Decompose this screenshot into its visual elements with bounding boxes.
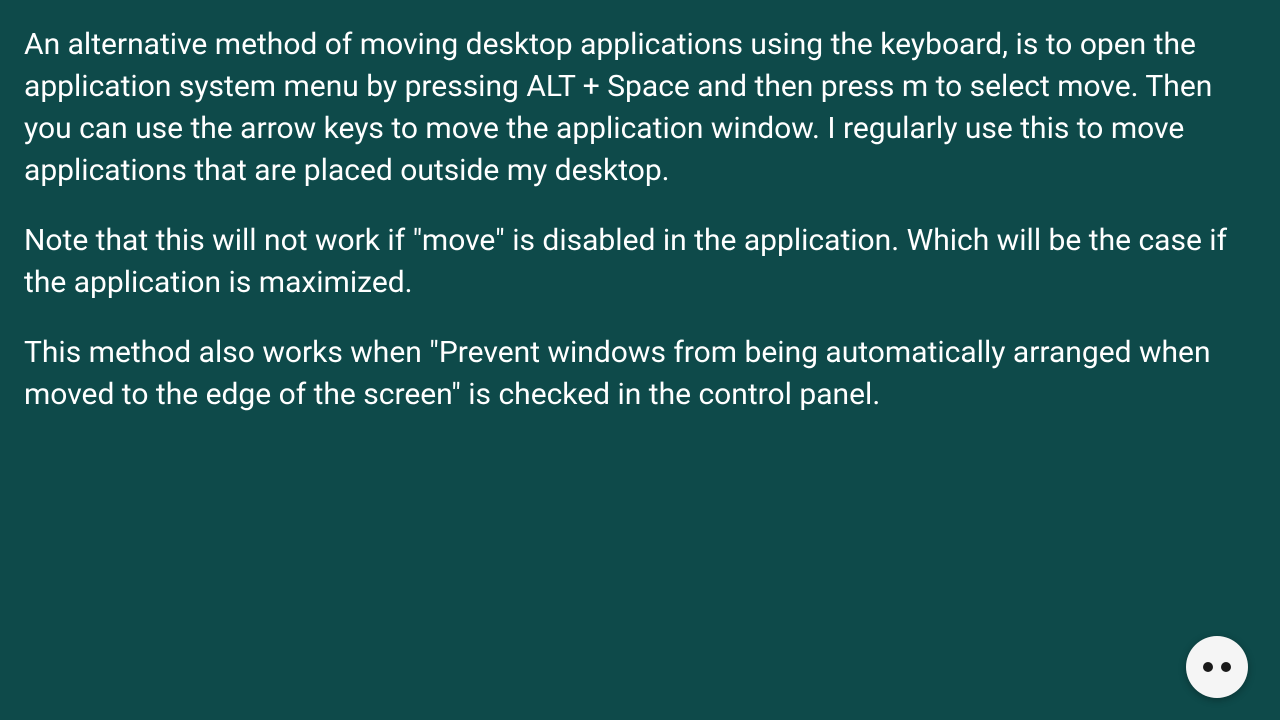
dot-icon — [1203, 662, 1213, 672]
article-content: An alternative method of moving desktop … — [24, 24, 1256, 416]
paragraph-2: Note that this will not work if "move" i… — [24, 220, 1256, 304]
chat-bubble-button[interactable] — [1186, 636, 1248, 698]
paragraph-1: An alternative method of moving desktop … — [24, 24, 1256, 192]
paragraph-3: This method also works when "Prevent win… — [24, 332, 1256, 416]
dot-icon — [1221, 662, 1231, 672]
